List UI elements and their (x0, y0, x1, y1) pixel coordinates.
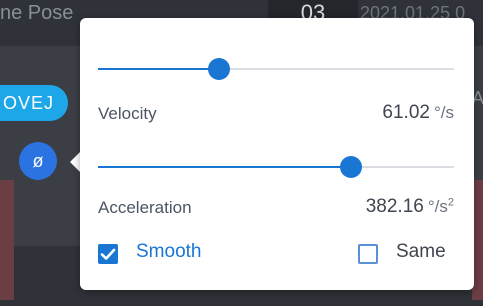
velocity-slider-thumb[interactable] (208, 58, 231, 80)
acceleration-slider-thumb[interactable] (339, 156, 362, 178)
smooth-checkbox[interactable]: Smooth (98, 240, 228, 266)
acceleration-value: 382.16 (365, 196, 424, 217)
same-label: Same (396, 241, 446, 262)
checkbox-checked-icon (98, 244, 118, 264)
velocity-value: 61.02 (382, 102, 430, 123)
acceleration-row: Acceleration 382.16 °/s2 (98, 194, 454, 224)
popover-arrow (70, 152, 80, 172)
acceleration-slider-fill (98, 166, 351, 168)
acceleration-label: Acceleration (98, 198, 192, 217)
motion-settings-button[interactable]: ø (19, 142, 57, 180)
velocity-slider[interactable] (98, 56, 454, 82)
left-accent-strip (0, 180, 14, 300)
motion-settings-popover: Velocity 61.02 °/s Acceleration 382.16 °/s… (80, 18, 474, 290)
checkbox-unchecked-icon (358, 244, 378, 264)
acceleration-unit-base: °/s (427, 197, 448, 216)
velocity-unit: °/s (433, 103, 454, 122)
acceleration-unit-exponent: 2 (447, 196, 454, 209)
acceleration-unit: °/s2 (427, 196, 454, 216)
velocity-value-group: 61.02 °/s (382, 102, 454, 124)
movej-button[interactable]: OVEJ (0, 85, 68, 121)
velocity-row: Velocity 61.02 °/s (98, 100, 454, 130)
velocity-label: Velocity (98, 104, 157, 123)
velocity-slider-fill (98, 68, 220, 70)
acceleration-value-group: 382.16 °/s2 (366, 196, 454, 218)
diameter-icon: ø (32, 151, 44, 171)
smooth-label: Smooth (136, 241, 202, 262)
same-checkbox[interactable]: Same (358, 240, 458, 266)
acceleration-slider[interactable] (98, 154, 454, 180)
